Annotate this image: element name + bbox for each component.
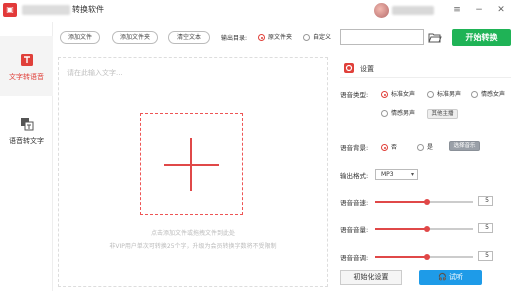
radio-label: 情感男声 [391,110,416,117]
radio-label: 标准男声 [437,91,462,98]
volume-label: 语音音量: [340,226,369,234]
drop-hint: 点击添加文件或拖拽文件到此处 [150,230,235,237]
choose-music-button[interactable]: 选择音乐 [449,141,480,151]
output-original-radio[interactable]: 原文件夹 [258,32,292,41]
voice-emotional-male-radio[interactable]: 情感男声 [381,108,415,117]
gear-icon [345,64,353,72]
headphones-icon: 🎧 [438,273,449,281]
text-input-placeholder: 请在此输入文字... [67,69,123,77]
radio-icon [417,144,424,151]
bg-no-radio[interactable]: 否 [381,142,397,151]
clear-text-button[interactable]: 清空文本 [168,31,210,44]
sidebar: 文字转语音 语音转文字 [0,22,53,291]
sidebar-item-speech-to-text[interactable]: 语音转文字 [0,100,53,160]
gear-icon [344,63,354,73]
window-title: 转换软件 [72,5,104,14]
speed-value-input[interactable]: 5 [478,196,493,206]
vip-limit-hint: 非VIP用户单次可转换25个字，升级为会员转换字数将不受限制 [109,243,277,250]
output-dir-label: 输出目录: [221,35,248,42]
pitch-slider[interactable] [375,254,473,260]
blurred-username[interactable] [392,6,434,15]
title-bar: ▣ 转换软件 ≡ − ✕ [0,0,515,22]
listen-label: 试听 [448,273,463,281]
app-logo-icon: ▣ [3,3,17,17]
sidebar-item-label: 语音转文字 [9,137,44,145]
background-label: 语音背景: [340,144,369,152]
radio-label: 原文件夹 [268,34,293,41]
radio-icon [471,91,478,98]
voice-emotional-female-radio[interactable]: 情感女声 [471,89,505,98]
sidebar-item-label: 文字转语音 [9,73,44,81]
add-folder-button[interactable]: 添加文件夹 [112,31,158,44]
close-icon[interactable]: ✕ [494,3,508,17]
radio-selected-icon [258,34,265,41]
slider-handle[interactable] [423,226,430,232]
radio-label: 情感女声 [481,91,506,98]
radio-label: 自定义 [313,34,332,41]
sidebar-item-text-to-speech[interactable]: 文字转语音 [0,36,53,96]
speed-slider[interactable] [375,199,473,205]
slider-handle[interactable] [423,254,430,260]
output-path-input[interactable] [340,29,424,45]
other-anchor-button[interactable]: 其他主播 [427,109,458,119]
chevron-down-icon: ▾ [410,171,414,178]
speech-to-text-icon [20,118,33,131]
radio-icon [427,91,434,98]
speed-label: 语音音速: [340,199,369,207]
voice-standard-male-radio[interactable]: 标准男声 [427,89,461,98]
user-avatar[interactable] [374,3,389,18]
volume-value-input[interactable]: 5 [478,223,493,233]
pitch-value-input[interactable]: 5 [478,251,493,261]
radio-icon [381,110,388,117]
blurred-app-name [22,5,70,15]
folder-open-icon[interactable] [428,32,442,43]
start-convert-button[interactable]: 开始转换 [452,29,511,46]
bg-yes-radio[interactable]: 是 [417,142,433,151]
voice-type-label: 语音类型: [340,91,369,99]
slider-fill [375,228,427,230]
slider-fill [375,256,427,258]
radio-label: 标准女声 [391,91,416,98]
slider-handle[interactable] [423,199,430,205]
radio-icon [303,34,310,41]
settings-title: 设置 [360,65,374,73]
add-file-button[interactable]: 添加文件 [60,31,100,44]
format-value: MP3 [381,171,394,178]
menu-icon[interactable]: ≡ [450,3,464,17]
minimize-icon[interactable]: − [472,3,486,17]
preview-listen-button[interactable]: 🎧 试听 [419,270,482,285]
output-custom-radio[interactable]: 自定义 [303,32,331,41]
output-format-label: 输出格式: [340,172,369,180]
plus-icon [190,138,192,191]
volume-slider[interactable] [375,226,473,232]
text-to-speech-icon [20,54,33,66]
radio-selected-icon [381,91,388,98]
reset-settings-button[interactable]: 初始化设置 [340,270,402,285]
pitch-label: 语音音调: [340,254,369,262]
radio-label: 否 [391,144,398,151]
radio-label: 是 [427,144,434,151]
voice-standard-female-radio[interactable]: 标准女声 [381,89,415,98]
slider-fill [375,201,427,203]
output-format-select[interactable]: MP3 ▾ [375,169,418,180]
radio-selected-icon [381,144,388,151]
